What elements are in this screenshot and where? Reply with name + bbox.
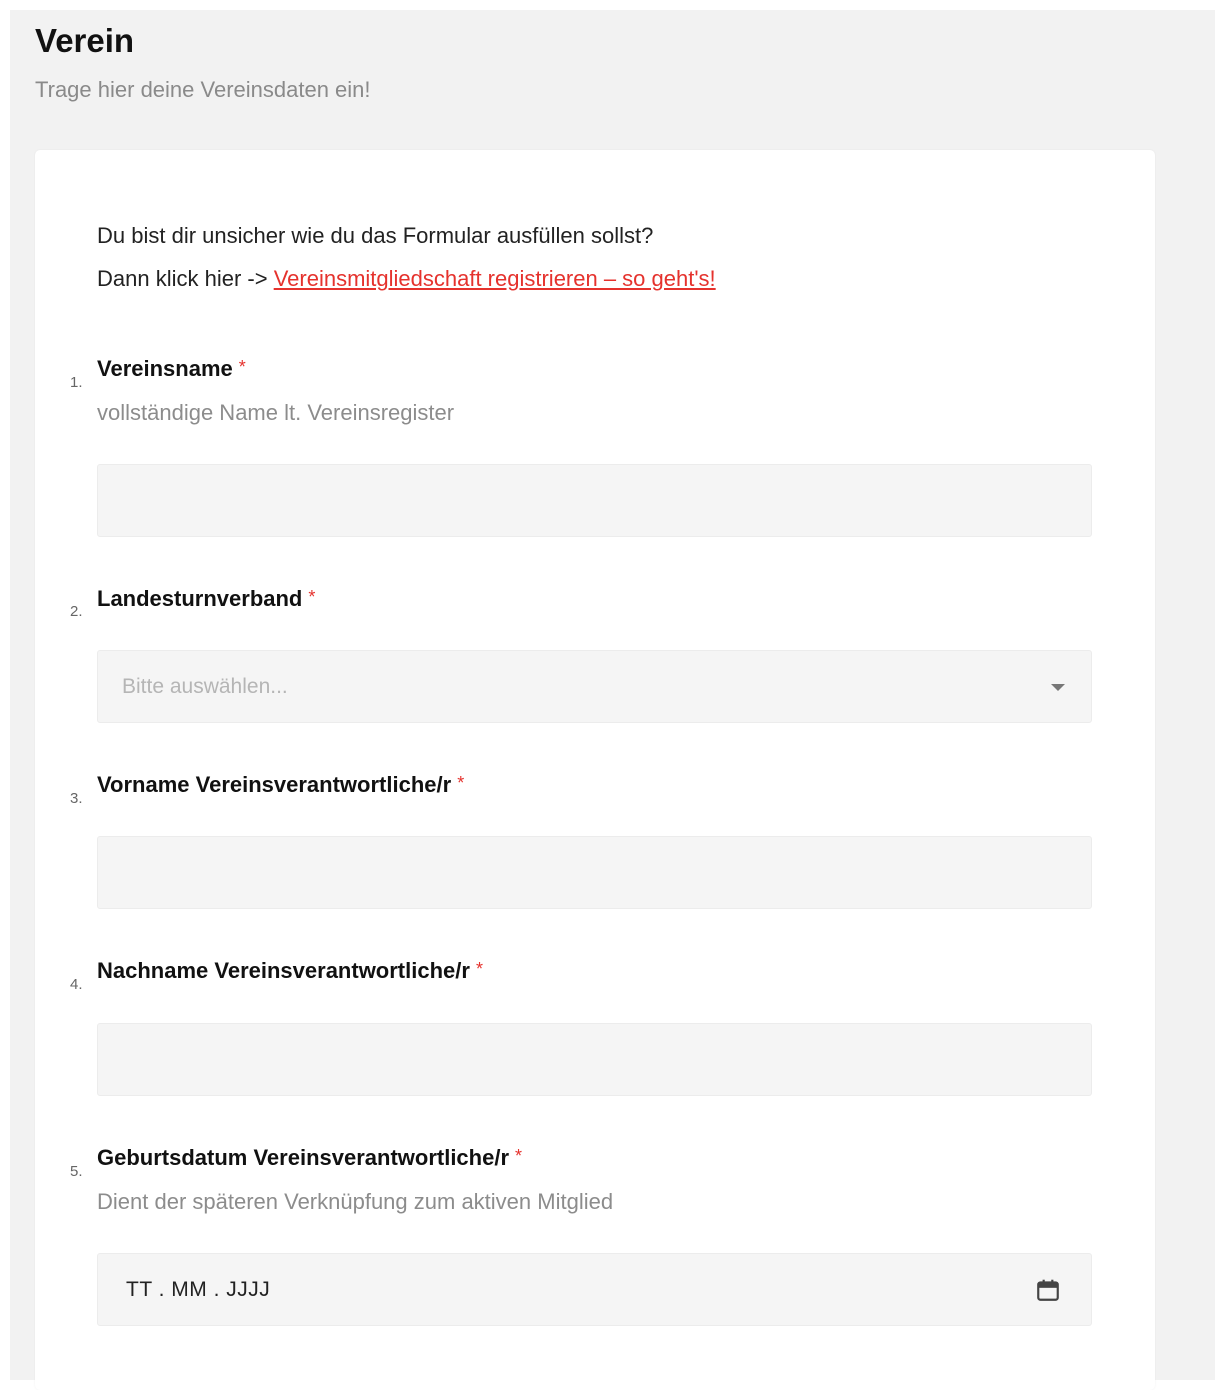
page-subtitle: Trage hier deine Vereinsdaten ein!: [35, 77, 371, 102]
required-marker: *: [308, 587, 316, 607]
page-background: Verein Trage hier deine Vereinsdaten ein…: [10, 10, 1215, 1390]
question-label-geburtsdatum: Geburtsdatum Vereinsverantwortliche/r *: [97, 1145, 522, 1171]
help-link[interactable]: Vereinsmitgliedschaft registrieren – so …: [274, 266, 716, 291]
geburtsdatum-date-input[interactable]: TT . MM . JJJJ: [97, 1253, 1092, 1326]
help-text-geburtsdatum: Dient der späteren Verknüpfung zum aktiv…: [97, 1189, 614, 1214]
form-card: Du bist dir unsicher wie du das Formular…: [35, 150, 1155, 1390]
question-label-landesturnverband: Landesturnverband *: [97, 586, 315, 612]
question-number: 2.: [70, 603, 83, 620]
question-label-vorname: Vorname Vereinsverantwortliche/r *: [97, 772, 464, 798]
required-marker: *: [457, 773, 465, 793]
question-label-vereinsname: Vereinsname *: [97, 356, 246, 382]
select-placeholder: Bitte auswählen...: [122, 674, 288, 698]
vorname-input[interactable]: [97, 836, 1092, 909]
required-marker: *: [475, 959, 483, 979]
label-text: Vorname Vereinsverantwortliche/r: [97, 772, 452, 797]
page-title: Verein: [35, 22, 135, 59]
intro-link-prefix: Dann klick hier ->: [97, 266, 274, 291]
intro-text: Du bist dir unsicher wie du das Formular…: [97, 223, 654, 248]
calendar-icon[interactable]: [1035, 1277, 1061, 1303]
question-label-nachname: Nachname Vereinsverantwortliche/r *: [97, 958, 483, 984]
question-number: 4.: [70, 976, 83, 993]
chevron-down-icon: [1051, 684, 1065, 691]
label-text: Geburtsdatum Vereinsverantwortliche/r: [97, 1145, 510, 1170]
intro-link-line: Dann klick hier -> Vereinsmitgliedschaft…: [97, 266, 716, 292]
nachname-input[interactable]: [97, 1023, 1092, 1096]
help-text-vereinsname: vollständige Name lt. Vereinsregister: [97, 400, 455, 425]
question-number: 3.: [70, 790, 83, 807]
label-text: Vereinsname: [97, 356, 233, 381]
date-placeholder: TT . MM . JJJJ: [126, 1277, 271, 1301]
landesturnverband-select[interactable]: Bitte auswählen...: [97, 650, 1092, 723]
question-number: 5.: [70, 1163, 83, 1180]
vereinsname-input[interactable]: [97, 464, 1092, 537]
label-text: Landesturnverband: [97, 586, 303, 611]
question-number: 1.: [70, 374, 83, 391]
label-text: Nachname Vereinsverantwortliche/r: [97, 958, 470, 983]
required-marker: *: [238, 357, 246, 377]
required-marker: *: [515, 1146, 523, 1166]
